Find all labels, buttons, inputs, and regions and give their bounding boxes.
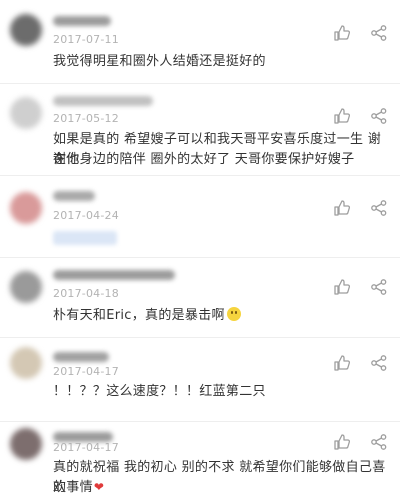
comment-text: ！！？？这么速度？！！红蓝第二只 (53, 384, 266, 399)
avatar[interactable] (10, 14, 42, 46)
comment-list: 2017-07-11 我觉得明星和圈外人结婚还是挺好的 2017-05-12 如… (0, 0, 400, 497)
comment-item: 2017-04-17 真的就祝福 我的初心 别的不求 就希望你们能够做自己喜欢 … (0, 422, 400, 497)
comment-item: 2017-04-24 (0, 176, 400, 258)
comment-date: 2017-07-11 (53, 33, 119, 46)
username-blurred[interactable] (53, 270, 175, 280)
share-icon[interactable] (370, 278, 388, 296)
comment-text-line2: 的事情❤ (53, 477, 388, 497)
thumbs-up-icon[interactable] (333, 354, 351, 372)
share-icon[interactable] (370, 199, 388, 217)
share-icon[interactable] (370, 433, 388, 451)
avatar[interactable] (10, 428, 42, 460)
share-icon[interactable] (370, 354, 388, 372)
share-icon[interactable] (370, 107, 388, 125)
thumbs-up-icon[interactable] (333, 278, 351, 296)
comment-date: 2017-04-17 (53, 365, 119, 378)
username-blurred[interactable] (53, 352, 109, 362)
comment-content-blurred (53, 231, 117, 245)
thumbs-up-icon[interactable] (333, 199, 351, 217)
comment-text: 朴有天和Eric，真的是暴击啊 (53, 306, 388, 326)
thumbs-up-icon[interactable] (333, 107, 351, 125)
share-icon[interactable] (370, 24, 388, 42)
comment-item: 2017-04-18 朴有天和Eric，真的是暴击啊 (0, 258, 400, 338)
comment-item: 2017-07-11 我觉得明星和圈外人结婚还是挺好的 (0, 0, 400, 84)
avatar[interactable] (10, 97, 42, 129)
comment-date: 2017-04-24 (53, 209, 119, 222)
username-blurred[interactable] (53, 191, 95, 201)
thumbs-up-icon[interactable] (333, 433, 351, 451)
comment-text: 我觉得明星和圈外人结婚还是挺好的 (53, 54, 266, 69)
comment-date: 2017-05-12 (53, 112, 119, 125)
comment-text-line2: 在他身边的陪伴 圈外的太好了 天哥你要保护好嫂子 (53, 152, 355, 167)
smiling-emoji (226, 307, 241, 321)
comment-item: 2017-04-17 ！！？？这么速度？！！红蓝第二只 (0, 338, 400, 422)
thumbs-up-icon[interactable] (333, 24, 351, 42)
comment-item: 2017-05-12 如果是真的 希望嫂子可以和我天哥平安喜乐度过一生 谢谢你 … (0, 84, 400, 176)
comment-text-content: 朴有天和Eric，真的是暴击啊 (53, 308, 225, 323)
comment-date: 2017-04-18 (53, 287, 119, 300)
avatar[interactable] (10, 347, 42, 379)
comment-text-content: 的事情 (53, 480, 93, 495)
avatar[interactable] (10, 192, 42, 224)
username-blurred[interactable] (53, 16, 111, 26)
username-blurred[interactable] (53, 96, 153, 106)
comment-date: 2017-04-17 (53, 441, 119, 454)
avatar[interactable] (10, 271, 42, 303)
heart-emoji: ❤ (93, 480, 105, 494)
